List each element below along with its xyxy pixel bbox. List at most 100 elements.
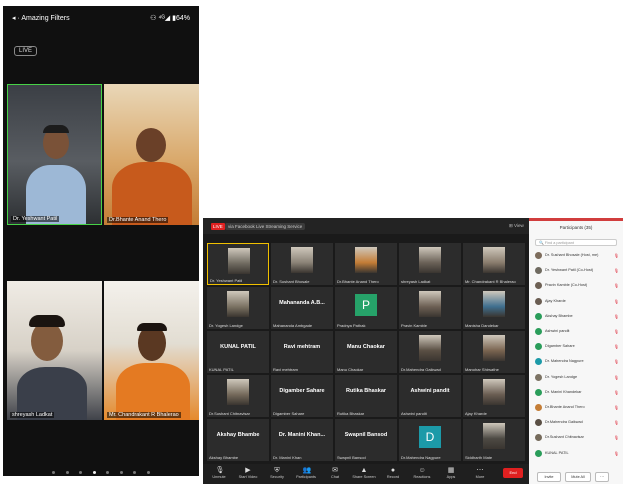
participant-video <box>419 291 441 317</box>
gallery-tile[interactable]: Manohar Shirsathe <box>463 331 525 373</box>
participant-row[interactable]: Dr. Yogesh Landge 🎙 <box>535 373 621 383</box>
participant-row[interactable]: Ajay Kharde 🎙 <box>535 297 621 307</box>
participant-row[interactable]: Digamber Sahare 🎙 <box>535 342 621 352</box>
participant-row[interactable]: Pravin Kamble (Co-Host) 🎙 <box>535 281 621 291</box>
page-dot[interactable] <box>146 471 150 474</box>
toolbar-button-apps[interactable]: ▦ Apps <box>437 467 465 479</box>
toolbar-button-reactions[interactable]: ☺ Reactions <box>408 467 436 479</box>
mute-all-button[interactable]: Mute All <box>565 472 591 482</box>
participant-video <box>483 247 505 273</box>
toolbar-button-share-screen[interactable]: ▲ Share Screen <box>350 467 378 479</box>
participant-name-label: Dr.Mahendra Gaikwad <box>401 367 441 372</box>
page-dot[interactable] <box>133 471 137 474</box>
muted-mic-icon[interactable]: 🎙 <box>614 359 619 364</box>
gallery-tile[interactable]: Mr. Chandrakant R Bhalerao <box>463 243 525 285</box>
page-dot[interactable] <box>52 471 56 474</box>
gallery-tile[interactable]: KUNAL PATIL KUNAL PATIL <box>207 331 269 373</box>
page-indicator-dots[interactable] <box>3 461 199 476</box>
avatar <box>535 419 542 427</box>
gallery-tile[interactable]: P Pradnya Pathak <box>335 287 397 329</box>
page-dot[interactable] <box>65 471 69 474</box>
participant-row[interactable]: Akshay Bhambe 🎙 <box>535 312 621 322</box>
video-tile-2[interactable]: Dr.Bhante Anand Thero <box>104 84 199 225</box>
gallery-tile[interactable]: Mahananda A.B... Mahananda Ambgade <box>271 287 333 329</box>
gallery-tile[interactable]: Dr.Bhante Anand Thero <box>335 243 397 285</box>
gallery-tile[interactable]: Ravi mehtram Ravi mehtram <box>271 331 333 373</box>
gallery-tile[interactable]: Ajay Kharde <box>463 375 525 417</box>
participant-row[interactable]: Dr. Sushant Bhosale (Host, me) 🎙 <box>535 251 621 261</box>
page-dot[interactable] <box>79 471 83 474</box>
start-video-icon: ▶ <box>245 467 251 474</box>
muted-mic-icon[interactable]: 🎙 <box>614 283 619 288</box>
muted-mic-icon[interactable]: 🎙 <box>614 390 619 395</box>
stream-title[interactable]: via Facebook Live Streaming Service <box>225 223 306 230</box>
page-dot[interactable] <box>106 471 110 474</box>
gallery-tile[interactable]: D Dr.Mahendra Nagpure <box>399 419 461 461</box>
more-options-button[interactable]: ⋯ <box>595 472 609 482</box>
muted-mic-icon[interactable]: 🎙 <box>614 405 619 410</box>
avatar <box>535 328 542 335</box>
gallery-tile[interactable]: shreyash Ladkat <box>399 243 461 285</box>
participant-name-label: shreyash Ladkat <box>401 279 431 284</box>
toolbar-button-participants[interactable]: 👥 Participants <box>292 467 320 479</box>
gallery-tile[interactable]: Siddharth Mate <box>463 419 525 461</box>
participant-row[interactable]: Dr.Bhante Anand Thero 🎙 <box>535 403 621 413</box>
participant-name-label: Manohar Shirsathe <box>465 367 499 372</box>
participant-row[interactable]: Dr.Mahendra Gaikwad 🎙 <box>535 418 621 428</box>
participants-icon: 👥 <box>302 467 312 474</box>
page-dot[interactable] <box>119 471 123 474</box>
view-button[interactable]: ⊞ View <box>509 223 524 229</box>
gallery-tile[interactable]: Dr. Sushant Bhosale <box>271 243 333 285</box>
muted-mic-icon[interactable]: 🎙 <box>614 299 619 304</box>
muted-mic-icon[interactable]: 🎙 <box>614 420 619 425</box>
gallery-tile[interactable]: Dr. Yeshwant Patil <box>207 243 269 285</box>
gallery-tile[interactable]: Ashwini pandit Ashwini pandit <box>399 375 461 417</box>
participant-name: Dr. Yeshwant Patil (Co-Host) <box>545 268 594 273</box>
gallery-tile[interactable]: Swapnil Bansod Swapnil Bansod <box>335 419 397 461</box>
muted-mic-icon[interactable]: 🎙 <box>614 268 619 273</box>
gallery-tile[interactable]: Digamber Sahare Digamber Sahare <box>271 375 333 417</box>
muted-mic-icon[interactable]: 🎙 <box>614 253 619 258</box>
zoom-live-badge: LIVE <box>211 223 225 230</box>
muted-mic-icon[interactable]: 🎙 <box>614 451 619 456</box>
gallery-tile[interactable]: Manisha Dandekar <box>463 287 525 329</box>
gallery-tile[interactable]: Dr.Mahendra Gaikwad <box>399 331 461 373</box>
toolbar-button-security[interactable]: ⛨ Security <box>263 467 291 479</box>
gallery-tile[interactable]: Akshay Bhambe Akshay Bhambe <box>207 419 269 461</box>
participant-search-input[interactable]: 🔍 Find a participant <box>535 239 617 246</box>
participant-video <box>355 247 377 273</box>
page-dot-active[interactable] <box>92 471 96 474</box>
toolbar-button-more[interactable]: ⋯ More <box>466 467 494 479</box>
meeting-top-bar: LIVE via Facebook Live Streaming Service… <box>203 218 529 234</box>
participant-row[interactable]: Ashwini pandit 🎙 <box>535 327 621 337</box>
participant-row[interactable]: Dr. Yeshwant Patil (Co-Host) 🎙 <box>535 266 621 276</box>
muted-mic-icon[interactable]: 🎙 <box>614 344 619 349</box>
participant-row[interactable]: Dr. Manini Khandekar 🎙 <box>535 388 621 398</box>
participant-row[interactable]: Dr.Sushant Chitnavisar 🎙 <box>535 433 621 443</box>
participant-row[interactable]: KUNAL PATIL 🎙 <box>535 449 621 459</box>
video-tile-4[interactable]: Mr. Chandrakant R Bhalerao <box>104 281 199 420</box>
participants-panel: Participants (35) 🔍 Find a participant D… <box>529 221 623 484</box>
end-button[interactable]: End <box>503 468 523 478</box>
muted-mic-icon[interactable]: 🎙 <box>614 375 619 380</box>
muted-mic-icon[interactable]: 🎙 <box>614 435 619 440</box>
video-tile-3[interactable]: shreyash Ladkat <box>7 281 102 420</box>
muted-mic-icon[interactable]: 🎙 <box>614 314 619 319</box>
gallery-tile[interactable]: Rutika Bhaskar Rutika Bhaskar <box>335 375 397 417</box>
gallery-tile[interactable]: Dr.Sushant Chitnavisar <box>207 375 269 417</box>
participant-row[interactable]: Dr. Mahendra Nagpure 🎙 <box>535 357 621 367</box>
muted-mic-icon[interactable]: 🎙 <box>614 329 619 334</box>
participant-name: KUNAL PATIL <box>545 450 569 455</box>
toolbar-button-unmute[interactable]: 🎙 Unmute <box>205 467 233 479</box>
gallery-tile[interactable]: Manu Chaokar Manu Chaokar <box>335 331 397 373</box>
toolbar-button-chat[interactable]: ✉ Chat <box>321 467 349 479</box>
gallery-tile[interactable]: Dr. Manini Khan... Dr. Manini Khan <box>271 419 333 461</box>
toolbar-button-record[interactable]: ● Record <box>379 467 407 479</box>
toolbar-button-start-video[interactable]: ▶ Start Video <box>234 467 262 479</box>
participant-name-label: Dr.Mahendra Nagpure <box>401 455 441 460</box>
gallery-tile[interactable]: Pravin Kamble <box>399 287 461 329</box>
gallery-tile[interactable]: Dr. Yogesh Landge <box>207 287 269 329</box>
participant-avatar: P <box>355 294 377 316</box>
invite-button[interactable]: Invite <box>537 472 561 482</box>
video-tile-1[interactable]: Dr. Yeshwant Patil <box>7 84 102 225</box>
